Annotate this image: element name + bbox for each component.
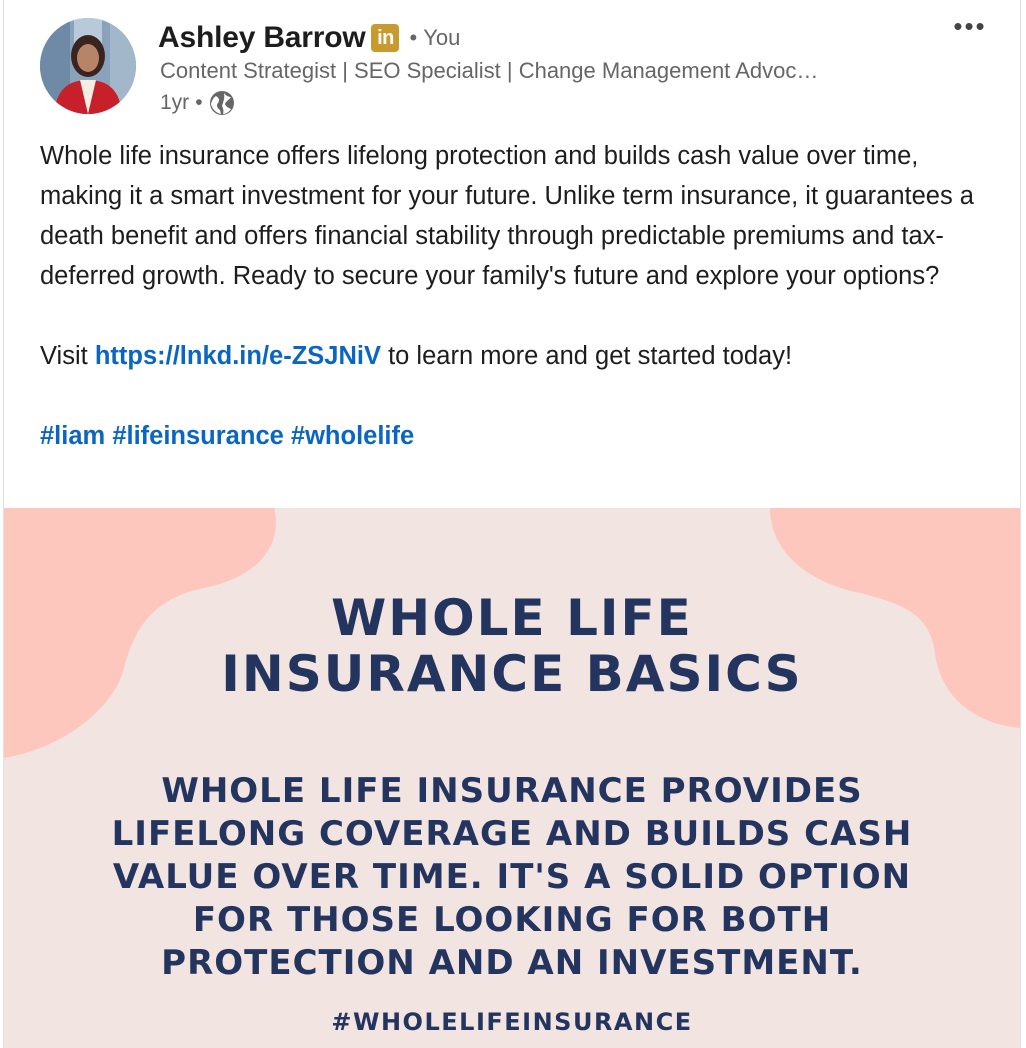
visit-prefix: Visit [40,342,95,370]
post-header: Ashley Barrow in • You Content Strategis… [4,0,1020,128]
globe-icon [209,90,235,116]
post-paragraph: Whole life insurance offers lifelong pro… [40,142,974,290]
post-link[interactable]: https://lnkd.in/e-ZSJNiV [95,342,381,370]
image-title-line: INSURANCE BASICS [221,645,803,703]
image-body-line: LIFELONG COVERAGE AND BUILDS CASH [111,814,913,854]
image-body-line: VALUE OVER TIME. IT'S A SOLID OPTION [112,857,912,897]
post-meta: 1yr • [160,88,235,118]
more-options-button[interactable]: ••• [950,13,990,46]
separator-dot: • [409,25,418,50]
linkedin-badge-icon: in [371,24,400,52]
image-body-line: WHOLE LIFE INSURANCE PROVIDES [161,771,863,811]
hashtag-link[interactable]: #lifeinsurance [112,422,284,450]
visit-suffix: to learn more and get started today! [381,342,793,370]
image-body-text: WHOLE LIFE INSURANCE PROVIDES LIFELONG C… [4,770,1020,985]
image-title-line: WHOLE LIFE [331,589,693,647]
image-hashtag: #WHOLELIFEINSURANCE [331,1008,693,1036]
image-title: WHOLE LIFE INSURANCE BASICS [4,590,1020,702]
post-visit-line: Visit https://lnkd.in/e-ZSJNiV to learn … [40,336,1000,376]
separator-dot: • [195,91,203,114]
relation-label: You [423,25,461,50]
image-body-line: FOR THOSE LOOKING FOR BOTH [192,900,832,940]
author-headline: Content Strategist | SEO Specialist | Ch… [160,58,819,83]
hashtag-link[interactable]: #liam [40,422,105,450]
post-image[interactable]: WHOLE LIFE INSURANCE BASICS WHOLE LIFE I… [4,508,1020,1048]
post-card: Ashley Barrow in • You Content Strategis… [3,0,1021,1048]
post-text: Whole life insurance offers lifelong pro… [40,136,1000,456]
image-body-line: PROTECTION AND AN INVESTMENT. [161,943,863,983]
author-line: Ashley Barrow in • You [158,18,460,58]
hashtag-link[interactable]: #wholelife [291,422,414,450]
author-name[interactable]: Ashley Barrow [158,21,366,55]
avatar[interactable] [40,18,136,114]
post-time: 1yr [160,91,190,114]
hashtag-line: #liam #lifeinsurance #wholelife [40,416,1000,456]
